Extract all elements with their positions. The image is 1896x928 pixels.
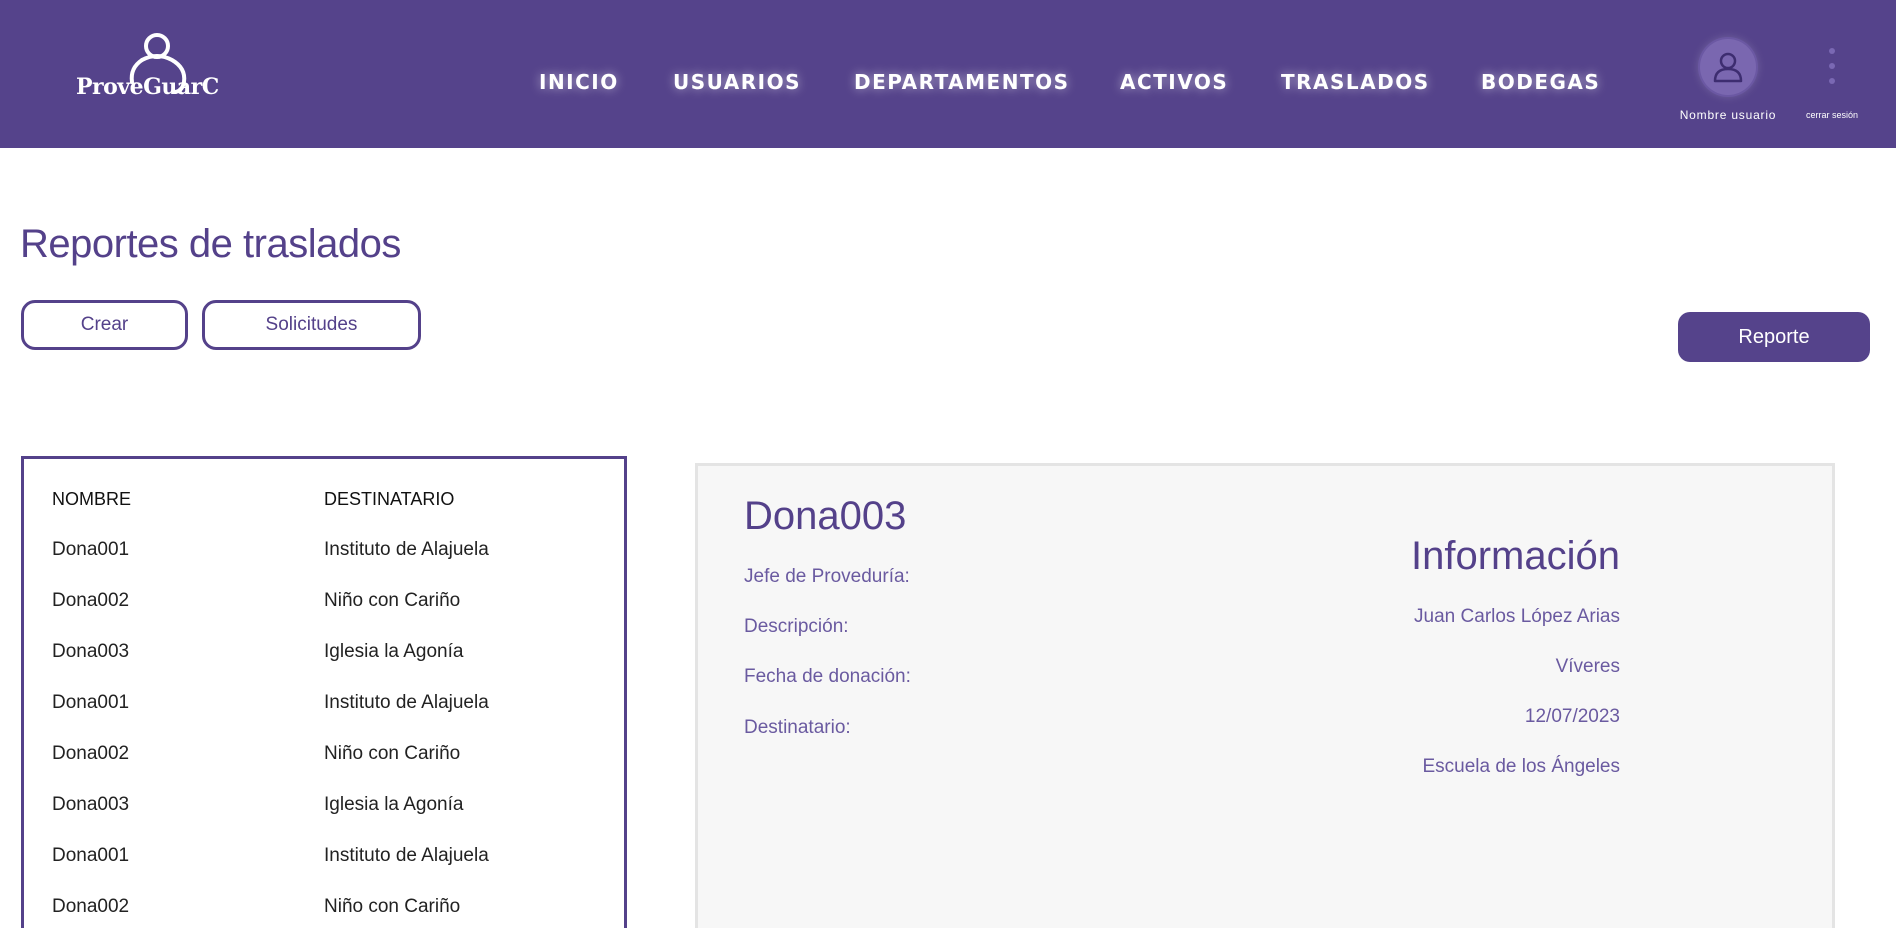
label-description: Descripción: <box>744 616 849 637</box>
cell-name: Dona001 <box>52 845 130 866</box>
cell-name: Dona002 <box>52 590 130 611</box>
table-row[interactable]: Dona002 Niño con Cariño <box>24 743 624 794</box>
label-manager: Jefe de Proveduría: <box>744 566 910 587</box>
requests-button[interactable]: Solicitudes <box>202 300 421 350</box>
nav-inicio[interactable]: INICIO <box>539 70 619 94</box>
table-row[interactable]: Dona001 Instituto de Alajuela <box>24 845 624 896</box>
table-row[interactable]: Dona003 Iglesia la Agonía <box>24 794 624 845</box>
nav-activos[interactable]: ACTIVOS <box>1120 70 1228 94</box>
cell-name: Dona002 <box>52 743 130 764</box>
cell-name: Dona003 <box>52 794 130 815</box>
cell-recipient: Instituto de Alajuela <box>324 845 489 866</box>
value-manager: Juan Carlos López Arias <box>1414 606 1620 627</box>
report-button[interactable]: Reporte <box>1678 312 1870 362</box>
user-name: Nombre usuario <box>1679 108 1777 122</box>
table-row[interactable]: Dona003 Iglesia la Agonía <box>24 641 624 692</box>
cell-name: Dona003 <box>52 641 130 662</box>
cell-recipient: Instituto de Alajuela <box>324 539 489 560</box>
value-recipient: Escuela de los Ángeles <box>1422 756 1620 777</box>
table-row[interactable]: Dona002 Niño con Cariño <box>24 590 624 641</box>
cell-name: Dona002 <box>52 896 130 917</box>
nav-bodegas[interactable]: BODEGAS <box>1481 70 1600 94</box>
cell-recipient: Iglesia la Agonía <box>324 794 464 815</box>
table-row[interactable]: Dona001 Instituto de Alajuela <box>24 692 624 743</box>
nav-usuarios[interactable]: USUARIOS <box>673 70 801 94</box>
info-title: Información <box>1411 534 1620 578</box>
cell-recipient: Iglesia la Agonía <box>324 641 464 662</box>
label-donation-date: Fecha de donación: <box>744 666 911 687</box>
user-icon <box>1713 52 1743 83</box>
detail-title: Dona003 <box>744 494 907 538</box>
cell-name: Dona001 <box>52 539 130 560</box>
cell-name: Dona001 <box>52 692 130 713</box>
kebab-menu-icon[interactable] <box>1824 46 1840 90</box>
transfers-table: NOMBRE DESTINATARIO Dona001 Instituto de… <box>21 456 627 928</box>
nav-traslados[interactable]: TRASLADOS <box>1281 70 1430 94</box>
logo[interactable]: ProveGuarC <box>74 32 219 102</box>
logo-text: ProveGuarC <box>76 74 219 100</box>
top-header: ProveGuarC INICIO USUARIOS DEPARTAMENTOS… <box>0 0 1896 148</box>
label-recipient: Destinatario: <box>744 717 851 738</box>
column-header-recipient: DESTINATARIO <box>324 489 455 509</box>
cell-recipient: Instituto de Alajuela <box>324 692 489 713</box>
cell-recipient: Niño con Cariño <box>324 896 461 917</box>
create-button[interactable]: Crear <box>21 300 188 350</box>
page-title: Reportes de traslados <box>20 222 401 266</box>
cell-recipient: Niño con Cariño <box>324 590 461 611</box>
value-donation-date: 12/07/2023 <box>1524 706 1620 727</box>
nav-departamentos[interactable]: DEPARTAMENTOS <box>854 70 1070 94</box>
value-description: Víveres <box>1555 656 1620 677</box>
detail-panel: Dona003 Información Jefe de Proveduría: … <box>695 463 1835 928</box>
column-header-name: NOMBRE <box>52 489 132 509</box>
table-row[interactable]: Dona001 Instituto de Alajuela <box>24 539 624 590</box>
logout-link[interactable]: cerrar sesión <box>1790 110 1874 120</box>
user-avatar[interactable] <box>1700 39 1756 95</box>
cell-recipient: Niño con Cariño <box>324 743 461 764</box>
table-row[interactable]: Dona002 Niño con Cariño <box>24 896 624 928</box>
